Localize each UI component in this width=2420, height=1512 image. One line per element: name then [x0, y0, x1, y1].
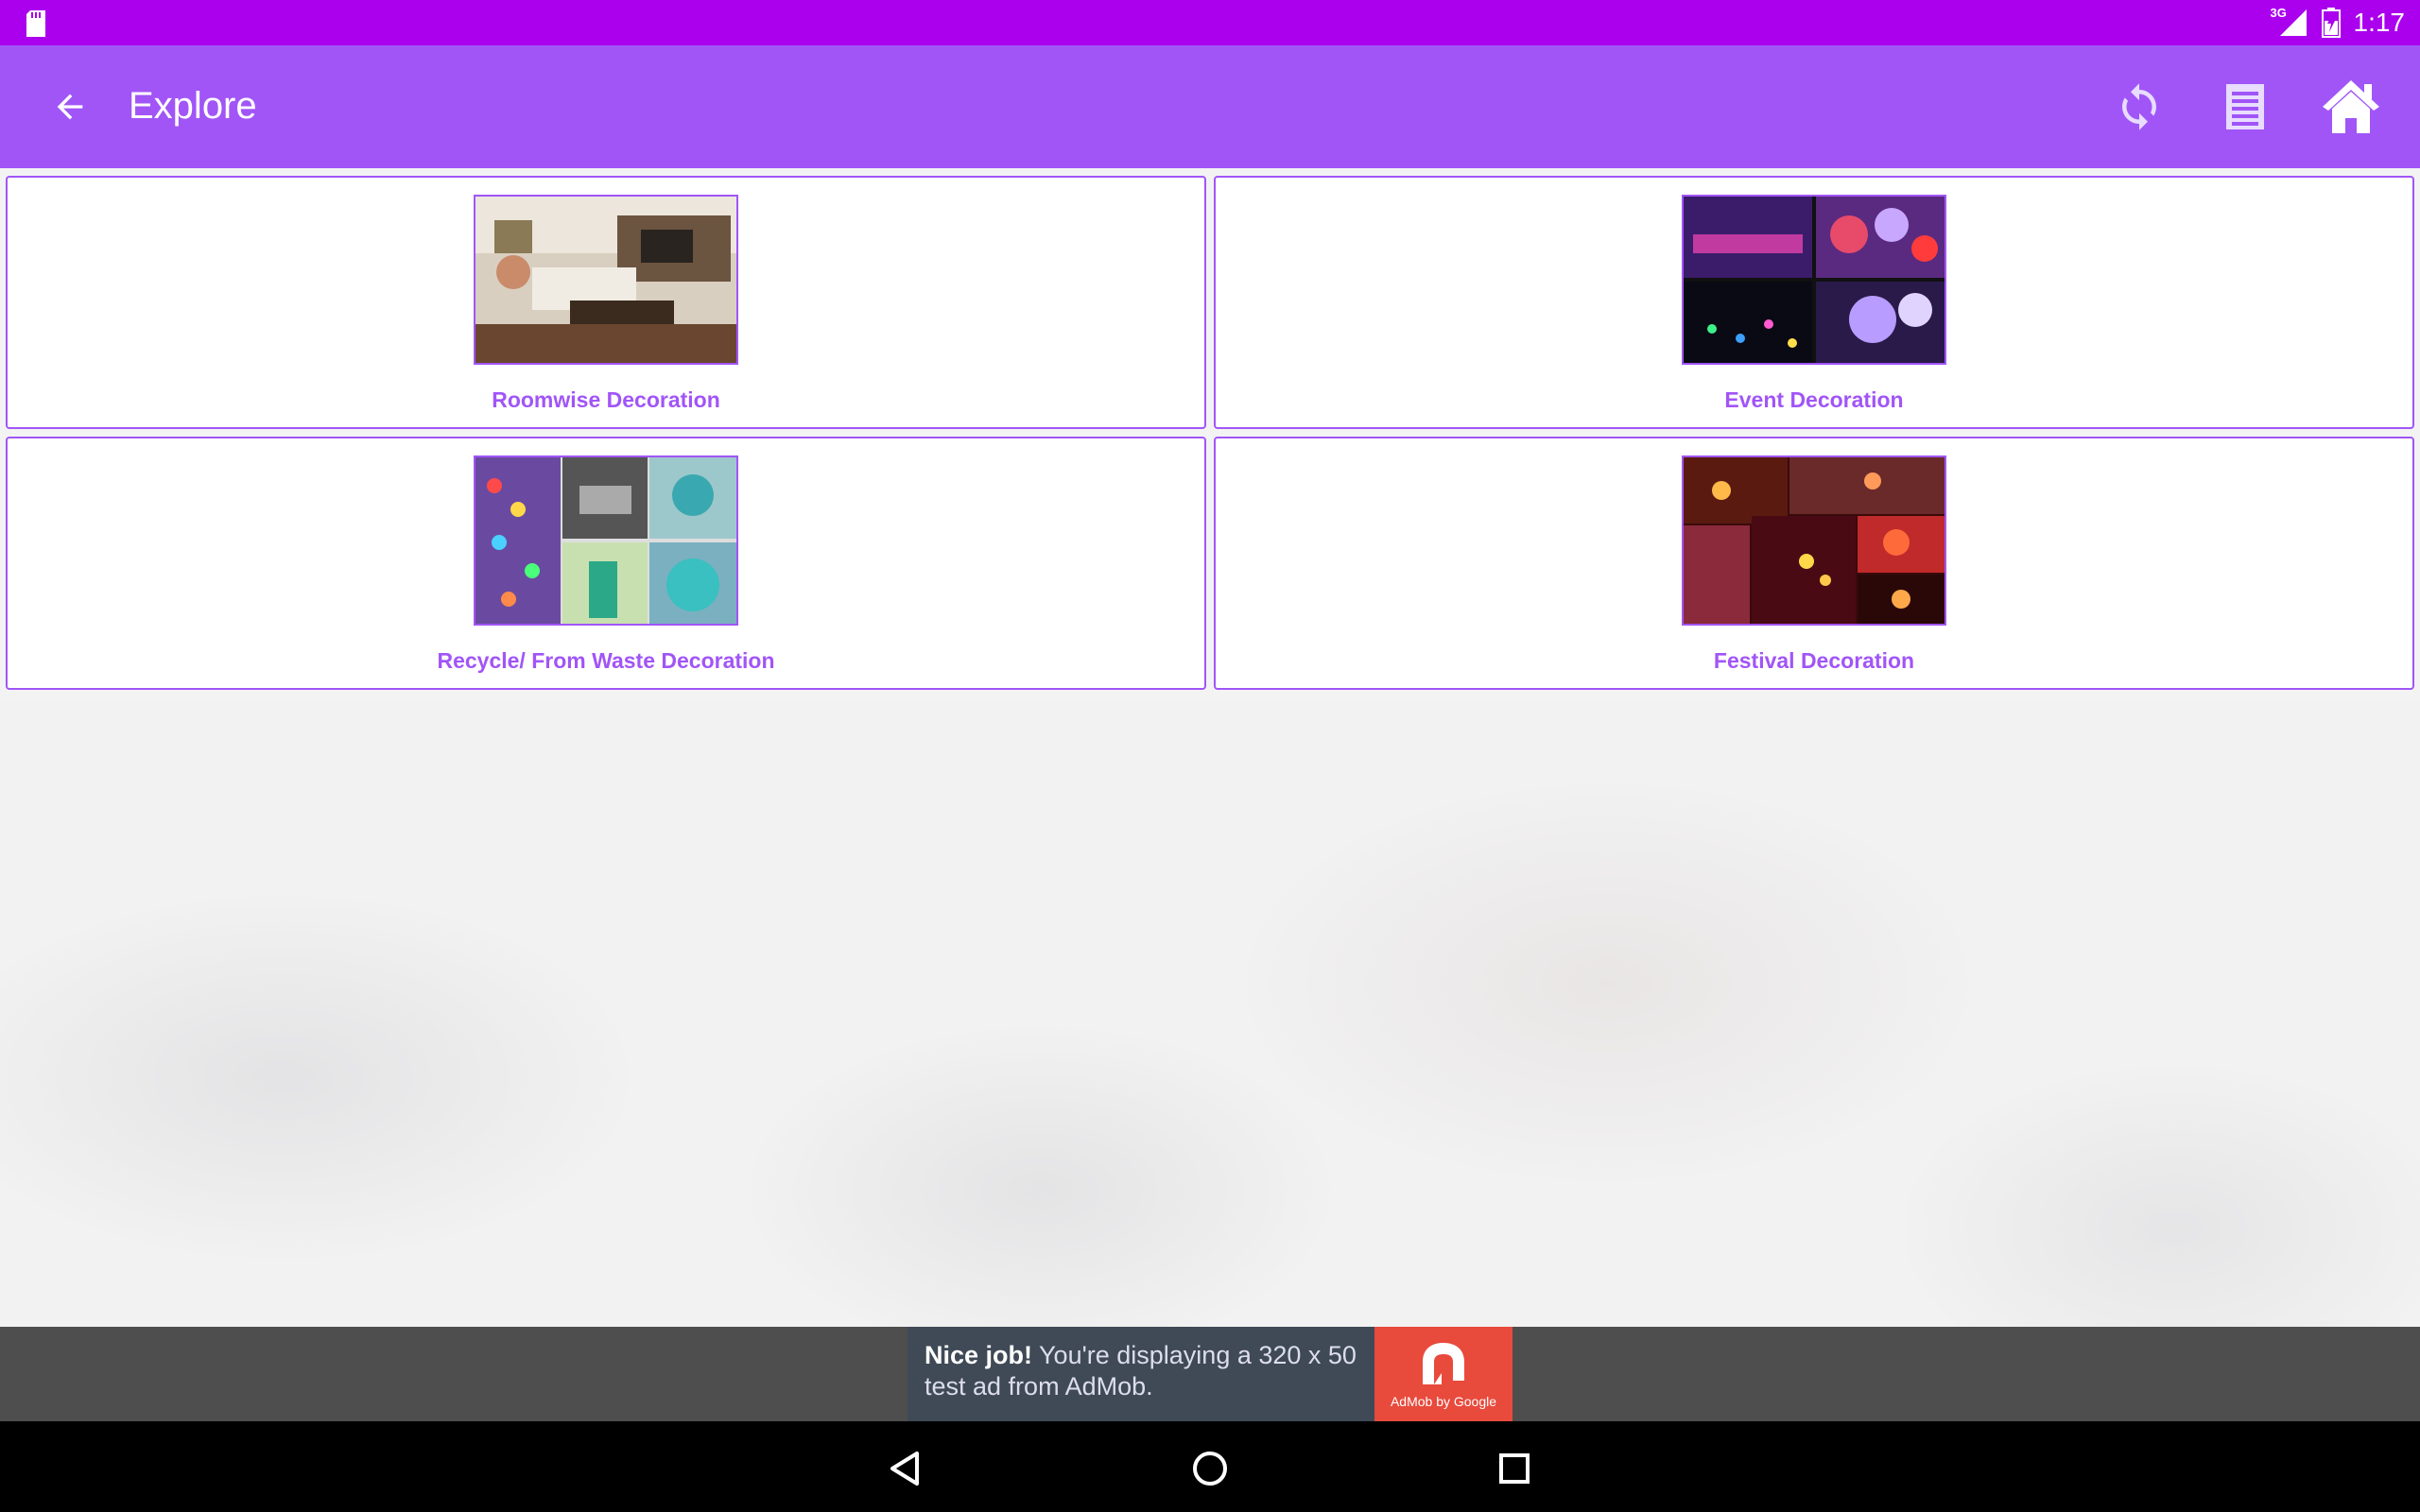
card-festival-decoration[interactable]: Festival Decoration: [1214, 437, 2414, 690]
sd-card-icon: [26, 10, 45, 37]
card-label: Festival Decoration: [1713, 648, 1915, 673]
event-thumbnail: [1682, 195, 1946, 365]
app-bar: Explore: [0, 45, 2420, 168]
refresh-button[interactable]: [2106, 74, 2172, 140]
nav-back-button[interactable]: [877, 1440, 934, 1497]
clock: 1:17: [2353, 8, 2406, 37]
admob-icon: [1423, 1343, 1464, 1384]
category-grid: Roomwise Decoration Event Decoration Rec…: [6, 176, 2414, 690]
battery-icon: [2321, 8, 2341, 38]
list-icon: [2226, 84, 2264, 129]
home-circle-icon: [1193, 1452, 1227, 1486]
ad-banner[interactable]: Nice job! You're displaying a 320 x 50 t…: [908, 1327, 1512, 1421]
recycle-thumbnail: [474, 455, 738, 626]
card-label: Recycle/ From Waste Decoration: [437, 648, 775, 673]
background-image: [0, 699, 2420, 1327]
list-button[interactable]: [2212, 74, 2278, 140]
recents-square-icon: [1499, 1453, 1530, 1484]
nav-home-button[interactable]: [1182, 1440, 1238, 1497]
home-icon: [2323, 80, 2379, 133]
card-label: Event Decoration: [1724, 387, 1904, 412]
room-thumbnail: [474, 195, 738, 365]
arrow-back-icon: [57, 94, 83, 120]
nav-recents-button[interactable]: [1486, 1440, 1543, 1497]
system-nav-bar: [0, 1421, 2420, 1512]
ad-headline: Nice job!: [925, 1341, 1033, 1369]
back-triangle-icon: [890, 1452, 919, 1486]
refresh-icon: [2122, 83, 2156, 130]
signal-icon: 3G: [2271, 6, 2308, 38]
card-label: Roomwise Decoration: [492, 387, 720, 412]
card-recycle-decoration[interactable]: Recycle/ From Waste Decoration: [6, 437, 1206, 690]
ad-text: Nice job! You're displaying a 320 x 50 t…: [925, 1340, 1369, 1402]
card-roomwise-decoration[interactable]: Roomwise Decoration: [6, 176, 1206, 429]
festival-thumbnail: [1682, 455, 1946, 626]
page-title: Explore: [129, 85, 257, 127]
admob-logo: AdMob by Google: [1374, 1327, 1512, 1421]
ad-strip: Nice job! You're displaying a 320 x 50 t…: [0, 1327, 2420, 1421]
card-event-decoration[interactable]: Event Decoration: [1214, 176, 2414, 429]
home-button[interactable]: [2318, 74, 2384, 140]
back-button[interactable]: [43, 80, 96, 133]
status-bar: 3G 1:17: [0, 0, 2420, 45]
ad-brand: AdMob by Google: [1390, 1394, 1497, 1409]
